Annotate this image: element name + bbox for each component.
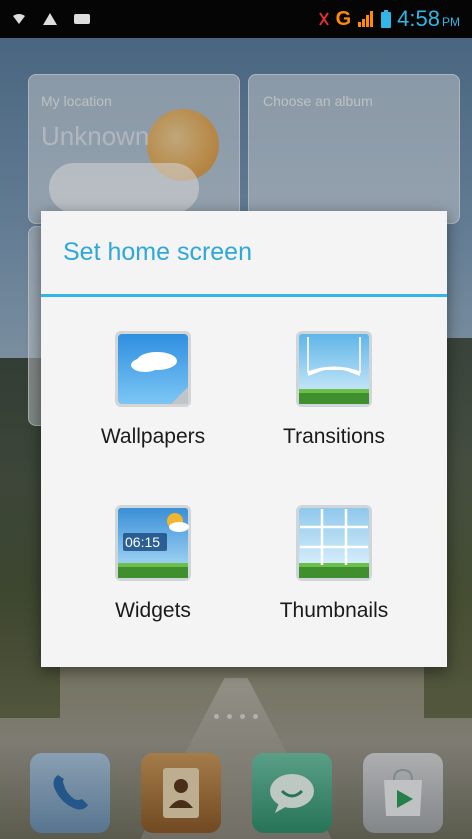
widgets-icon: 06:15 bbox=[115, 505, 191, 581]
widgets-option[interactable]: 06:15 Widgets bbox=[68, 503, 238, 633]
dialog-title: Set home screen bbox=[63, 238, 252, 266]
widget-icon-time: 06:15 bbox=[125, 534, 160, 550]
network-type-label: G bbox=[335, 7, 352, 30]
missed-call-icon bbox=[318, 12, 329, 26]
message-icon bbox=[74, 14, 90, 24]
dialog-divider bbox=[41, 294, 447, 297]
battery-icon bbox=[381, 10, 392, 28]
wallpaper-icon bbox=[115, 331, 191, 407]
signal-icon bbox=[358, 11, 374, 27]
warning-icon bbox=[43, 13, 57, 25]
clock-ampm: PM bbox=[442, 15, 460, 29]
widgets-label: Widgets bbox=[115, 599, 191, 622]
transitions-label: Transitions bbox=[283, 425, 385, 448]
wallpapers-label: Wallpapers bbox=[100, 425, 206, 448]
transitions-icon bbox=[296, 331, 372, 407]
status-bar: G 4:58 PM bbox=[0, 0, 472, 38]
wallpapers-option[interactable]: Wallpapers bbox=[68, 329, 238, 459]
wifi-icon bbox=[13, 14, 25, 24]
status-clock: 4:58 PM bbox=[397, 6, 460, 32]
transitions-option[interactable]: Transitions bbox=[249, 329, 419, 459]
thumbnails-icon bbox=[296, 505, 372, 581]
set-home-screen-dialog: Set home screen Wallpapers Transitions 0… bbox=[41, 211, 447, 667]
clock-time: 4:58 bbox=[397, 6, 440, 31]
thumbnails-label: Thumbnails bbox=[279, 599, 389, 622]
thumbnails-option[interactable]: Thumbnails bbox=[249, 503, 419, 633]
